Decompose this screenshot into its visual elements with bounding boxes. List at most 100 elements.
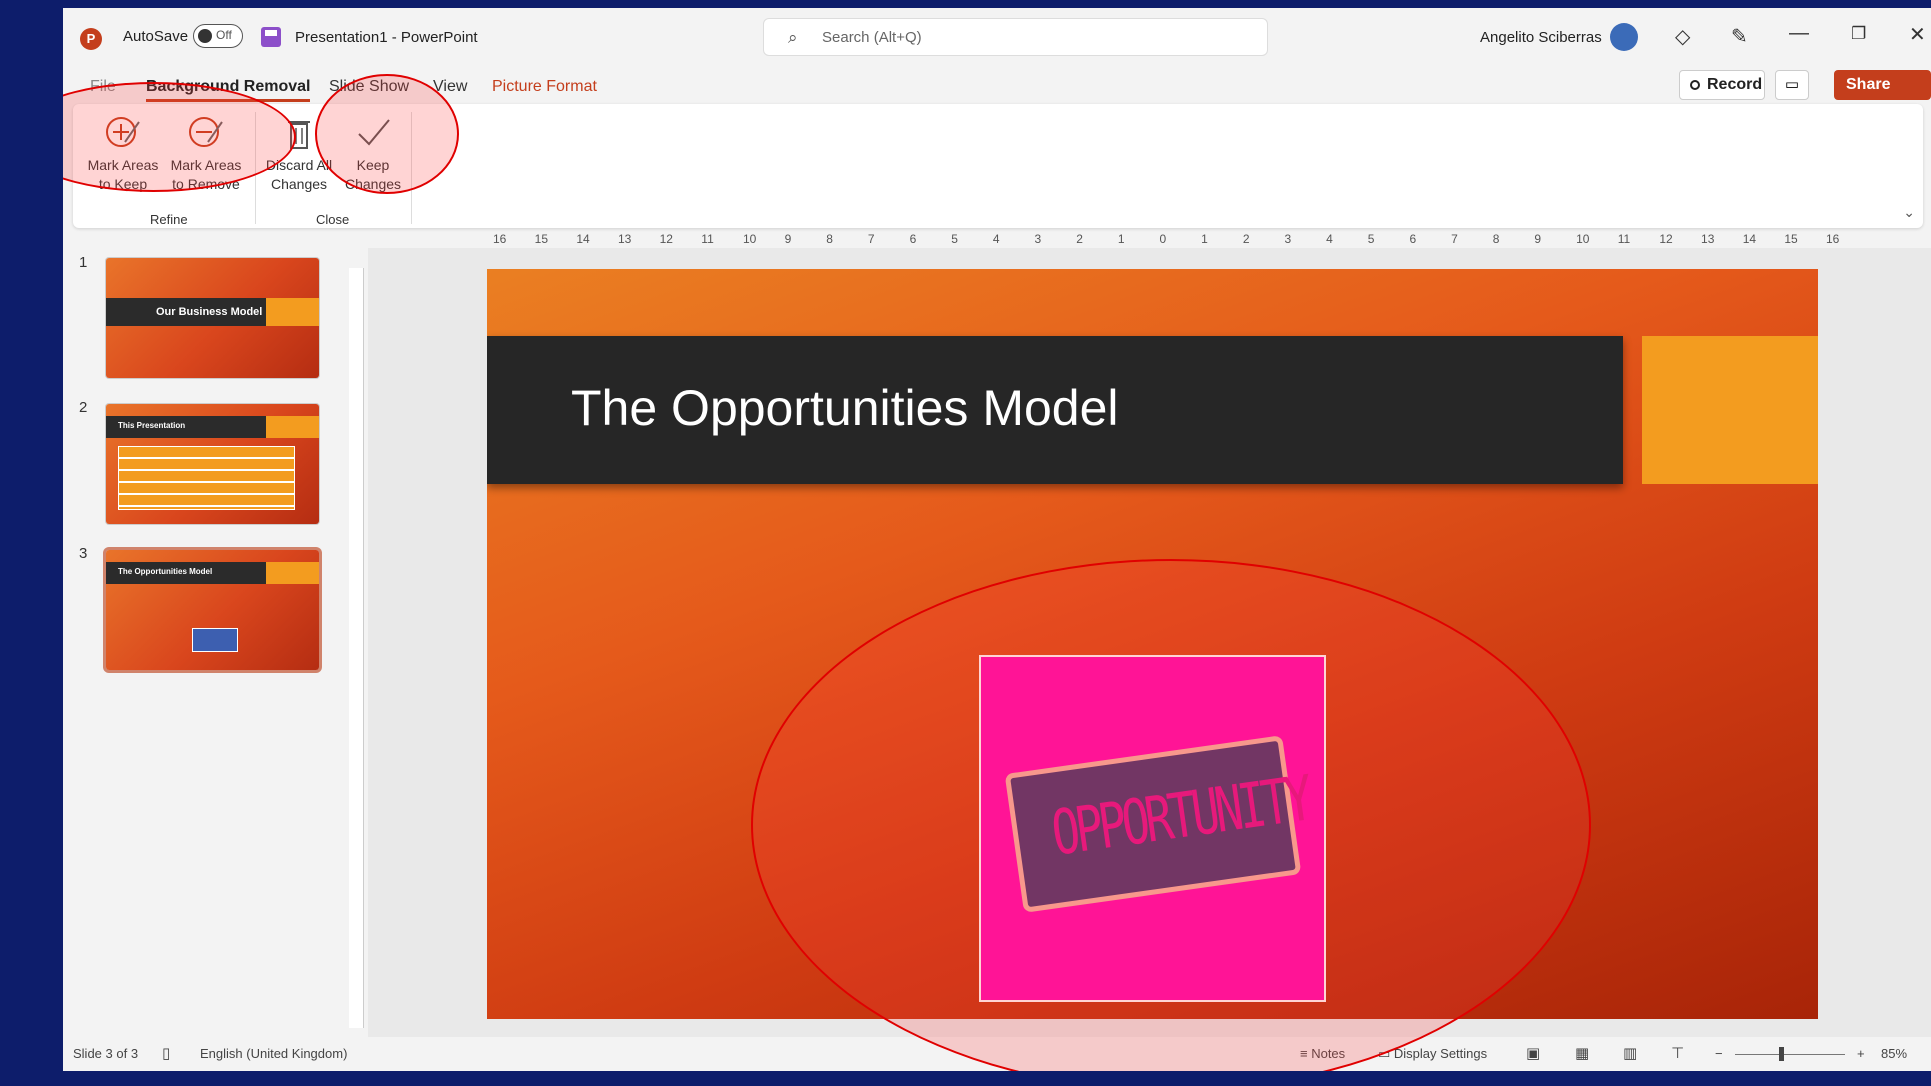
thumbnail-accent-block bbox=[266, 562, 319, 584]
autosave-toggle[interactable]: Off bbox=[193, 24, 243, 48]
ruler-tick-label: 15 bbox=[534, 232, 549, 246]
avatar[interactable] bbox=[1610, 23, 1638, 51]
title-bar: P AutoSave Off Presentation1 - PowerPoin… bbox=[63, 8, 1931, 66]
share-button[interactable]: Share bbox=[1834, 70, 1931, 100]
document-title: Presentation1 - PowerPoint bbox=[295, 29, 478, 46]
ruler-tick-label: 1 bbox=[1201, 232, 1208, 246]
record-button[interactable]: Record bbox=[1679, 70, 1765, 100]
group-label-close: Close bbox=[316, 212, 350, 227]
ruler-tick-label: 6 bbox=[1409, 232, 1417, 246]
ribbon-separator bbox=[411, 112, 412, 224]
ruler-tick-label: 13 bbox=[1701, 232, 1715, 246]
powerpoint-logo-icon: P bbox=[80, 28, 102, 50]
mark-areas-to-remove-button[interactable]: Mark Areas to Remove bbox=[165, 104, 247, 194]
zoom-slider[interactable] bbox=[1735, 1054, 1845, 1055]
comment-icon[interactable]: ▭ bbox=[1775, 70, 1809, 100]
tab-view[interactable]: View bbox=[433, 78, 467, 96]
slide-thumbnail-2[interactable]: This Presentation bbox=[106, 404, 319, 524]
slide-accent-block bbox=[1642, 336, 1818, 484]
thumbnail-title: Our Business Model bbox=[156, 306, 263, 318]
ribbon-tabs: File Background Removal Slide Show View … bbox=[63, 70, 1931, 102]
normal-view-icon[interactable]: ▣ bbox=[1526, 1044, 1540, 1062]
zoom-in-icon[interactable]: + bbox=[1857, 1046, 1865, 1061]
ruler-tick-label: 7 bbox=[1451, 232, 1458, 246]
restore-icon[interactable]: ❐ bbox=[1851, 24, 1866, 44]
checkmark-icon bbox=[358, 119, 390, 146]
accessibility-icon[interactable]: ▯ bbox=[162, 1044, 170, 1062]
opportunity-picture[interactable]: OPPORTUNITY bbox=[979, 655, 1326, 1002]
ruler-tick-label: 4 bbox=[1326, 232, 1333, 246]
mark-remove-line1: Mark Areas bbox=[170, 157, 242, 173]
display-settings-label: Display Settings bbox=[1393, 1046, 1488, 1061]
mark-remove-icon bbox=[189, 117, 223, 147]
close-icon[interactable]: ✕ bbox=[1909, 22, 1926, 47]
thumbnail-title: The Opportunities Model bbox=[118, 567, 213, 576]
minimize-icon[interactable]: — bbox=[1789, 22, 1809, 45]
zoom-out-icon[interactable]: − bbox=[1715, 1046, 1723, 1061]
search-placeholder: Search (Alt+Q) bbox=[822, 29, 922, 46]
search-box[interactable]: ⌕ Search (Alt+Q) bbox=[763, 18, 1268, 56]
display-settings-button[interactable]: ▭ Display Settings bbox=[1378, 1046, 1487, 1062]
slide-title[interactable]: The Opportunities Model bbox=[571, 379, 1119, 437]
slide-3: The Opportunities Model OPPORTUNITY bbox=[487, 269, 1818, 1019]
save-icon[interactable] bbox=[261, 27, 281, 47]
ruler-tick-label: 7 bbox=[867, 232, 875, 246]
slide-thumbnail-3[interactable]: The Opportunities Model bbox=[106, 550, 319, 670]
user-name[interactable]: Angelito Sciberras bbox=[1480, 29, 1602, 46]
slideshow-icon[interactable]: ⊤ bbox=[1671, 1044, 1684, 1062]
keep-changes-line1: Keep bbox=[356, 157, 390, 173]
search-icon: ⌕ bbox=[788, 28, 798, 47]
ruler-tick-label: 11 bbox=[701, 232, 714, 246]
mark-areas-to-keep-button[interactable]: Mark Areas to Keep bbox=[87, 104, 159, 194]
thumbnail-number: 1 bbox=[79, 254, 88, 271]
toggle-knob bbox=[198, 29, 212, 43]
ruler-tick-label: 0 bbox=[1159, 232, 1167, 246]
opportunity-stamp: OPPORTUNITY bbox=[1004, 735, 1314, 913]
zoom-slider-knob[interactable] bbox=[1779, 1047, 1784, 1061]
thumbnail-number: 3 bbox=[79, 545, 88, 562]
ruler-tick-label: 10 bbox=[1576, 232, 1590, 246]
ruler-tick-label: 1 bbox=[1117, 232, 1125, 246]
zoom-level[interactable]: 85% bbox=[1881, 1046, 1907, 1061]
mark-remove-line2: to Remove bbox=[172, 176, 240, 192]
mark-keep-line2: to Keep bbox=[98, 176, 148, 192]
status-bar: Slide 3 of 3 ▯ English (United Kingdom) … bbox=[63, 1037, 1931, 1071]
tab-file[interactable]: File bbox=[90, 78, 116, 96]
language[interactable]: English (United Kingdom) bbox=[200, 1046, 347, 1061]
discard-all-changes-button[interactable]: Discard All Changes bbox=[259, 104, 339, 194]
thumbnail-number: 2 bbox=[79, 399, 88, 416]
ruler-tick-label: 3 bbox=[1284, 232, 1292, 246]
notes-button[interactable]: ≡ Notes bbox=[1300, 1046, 1345, 1061]
ruler-tick-label: 16 bbox=[493, 232, 507, 246]
diamond-icon[interactable]: ◇ bbox=[1675, 24, 1690, 49]
pen-icon[interactable]: ✎ bbox=[1731, 24, 1748, 49]
thumbnail-list-graphic bbox=[118, 446, 295, 510]
ruler-tick-label: 10 bbox=[742, 232, 757, 246]
tab-picture-format[interactable]: Picture Format bbox=[492, 78, 597, 96]
ruler-tick-label: 9 bbox=[784, 232, 792, 246]
ribbon-separator bbox=[255, 112, 256, 224]
ruler-tick-label: 8 bbox=[1492, 232, 1500, 246]
discard-line2: Changes bbox=[270, 176, 328, 192]
trash-icon bbox=[288, 121, 310, 149]
ruler-tick-label: 5 bbox=[1367, 232, 1375, 246]
slide-sorter-icon[interactable]: ▦ bbox=[1575, 1044, 1589, 1062]
ruler-tick-label: 13 bbox=[617, 232, 632, 246]
ribbon-panel: Mark Areas to Keep Mark Areas to Remove … bbox=[73, 104, 1923, 228]
stamp-text: OPPORTUNITY bbox=[1047, 761, 1314, 870]
ruler-tick-label: 2 bbox=[1076, 232, 1083, 246]
ruler-tick-label: 16 bbox=[1826, 232, 1840, 246]
ruler-tick-label: 4 bbox=[992, 232, 1000, 246]
ribbon-collapse-chevron-icon[interactable]: ⌄ bbox=[1903, 204, 1915, 221]
autosave-state: Off bbox=[216, 28, 232, 42]
ruler-tick-label: 14 bbox=[576, 232, 590, 246]
tab-slide-show[interactable]: Slide Show bbox=[329, 78, 409, 96]
powerpoint-window: P AutoSave Off Presentation1 - PowerPoin… bbox=[63, 8, 1931, 1071]
tab-background-removal[interactable]: Background Removal bbox=[146, 78, 311, 102]
slide-thumbnail-1[interactable]: Our Business Model bbox=[106, 258, 319, 378]
discard-line1: Discard All bbox=[265, 157, 333, 173]
reading-view-icon[interactable]: ▥ bbox=[1623, 1044, 1637, 1062]
ruler-tick-label: 12 bbox=[659, 232, 673, 246]
keep-changes-button[interactable]: Keep Changes bbox=[343, 104, 403, 194]
thumbnail-picture bbox=[192, 628, 238, 652]
